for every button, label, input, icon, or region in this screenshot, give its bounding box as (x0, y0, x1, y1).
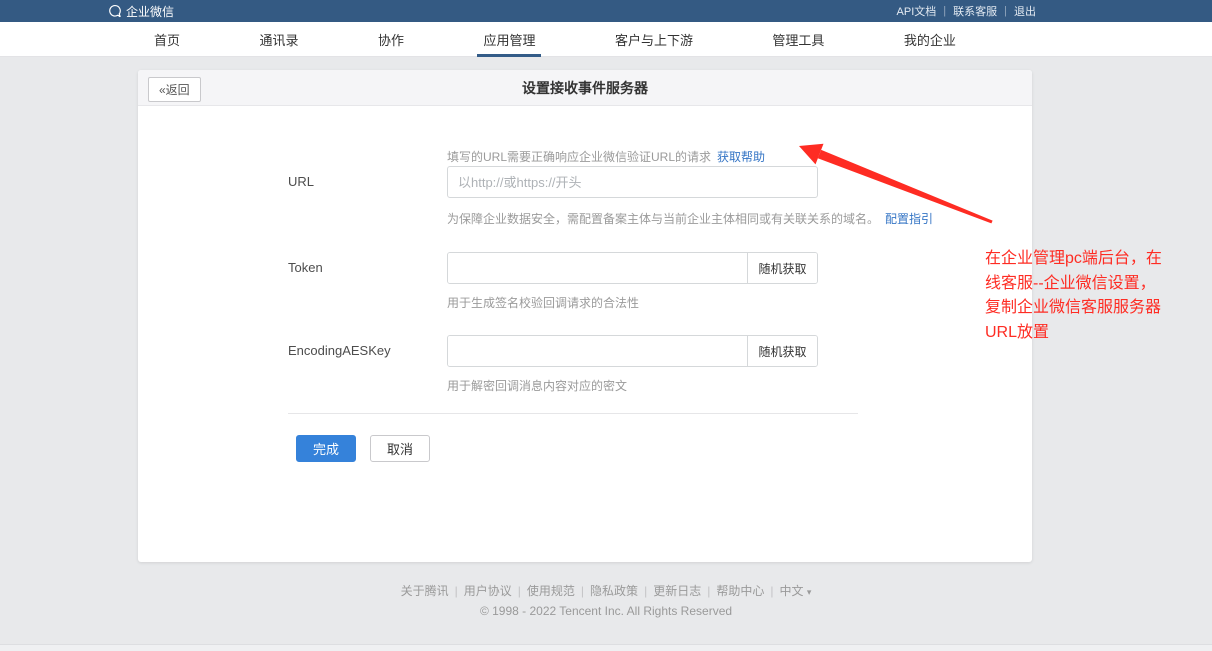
token-tip: 用于生成签名校验回调请求的合法性 (447, 294, 639, 311)
contact-support-link[interactable]: 联系客服 (953, 3, 997, 19)
separator: | (518, 584, 521, 598)
settings-card: «返回 设置接收事件服务器 填写的URL需要正确响应企业微信验证URL的请求获取… (138, 70, 1032, 562)
footer-about-link[interactable]: 关于腾讯 (401, 584, 449, 598)
separator: | (1004, 5, 1007, 17)
aeskey-label: EncodingAESKey (288, 343, 391, 358)
token-random-button[interactable]: 随机获取 (747, 253, 817, 283)
nav-label: 应用管理 (483, 30, 535, 49)
language-selector[interactable]: 中文 ▾ (779, 584, 811, 598)
aeskey-random-button[interactable]: 随机获取 (747, 336, 817, 366)
nav-collaboration[interactable]: 协作 (374, 22, 408, 57)
cancel-button[interactable]: 取消 (370, 435, 430, 462)
card-header: «返回 设置接收事件服务器 (138, 70, 1032, 106)
footer-agreement-link[interactable]: 用户协议 (464, 584, 512, 598)
chevron-down-icon: ▾ (807, 587, 812, 597)
nav-home[interactable]: 首页 (150, 22, 184, 57)
nav-label: 管理工具 (772, 30, 824, 49)
logo-text: 企业微信 (126, 3, 174, 20)
nav-my-company[interactable]: 我的企业 (900, 22, 960, 57)
config-guide-link[interactable]: 配置指引 (885, 212, 933, 226)
nav-label: 客户与上下游 (615, 30, 693, 49)
wework-logo: 企业微信 (108, 3, 174, 20)
chat-bubble-icon (108, 4, 122, 18)
red-annotation-note: 在企业管理pc端后台，在 线客服--企业微信设置， 复制企业微信客服服务器 UR… (985, 247, 1212, 345)
annotation-line: 线客服--企业微信设置， (985, 272, 1212, 297)
nav-app-management[interactable]: 应用管理 (479, 22, 539, 57)
nav-label: 首页 (154, 30, 180, 49)
url-input[interactable] (447, 166, 818, 198)
footer-privacy-link[interactable]: 隐私政策 (590, 584, 638, 598)
url-label: URL (288, 174, 314, 189)
bottom-strip (0, 644, 1212, 651)
url-tip-above: 填写的URL需要正确响应企业微信验证URL的请求获取帮助 (447, 148, 765, 165)
get-help-link[interactable]: 获取帮助 (717, 150, 765, 164)
separator: | (770, 584, 773, 598)
topbar-links: API文档 | 联系客服 | 退出 (897, 0, 1036, 22)
language-label: 中文 (779, 584, 803, 598)
annotation-line: 复制企业微信客服服务器 (985, 296, 1212, 321)
separator: | (644, 584, 647, 598)
footer-changelog-link[interactable]: 更新日志 (653, 584, 701, 598)
nav-customers[interactable]: 客户与上下游 (611, 22, 697, 57)
aeskey-input[interactable] (448, 336, 747, 366)
token-input-group: 随机获取 (447, 252, 818, 284)
nav-contacts[interactable]: 通讯录 (255, 22, 302, 57)
page-title: 设置接收事件服务器 (522, 78, 648, 98)
api-docs-link[interactable]: API文档 (897, 3, 937, 19)
separator: | (943, 5, 946, 17)
annotation-line: 在企业管理pc端后台，在 (985, 247, 1212, 272)
server-config-form: 填写的URL需要正确响应企业微信验证URL的请求获取帮助 URL 为保障企业数据… (138, 106, 1032, 562)
topbar: 企业微信 API文档 | 联系客服 | 退出 (0, 0, 1212, 22)
separator: | (707, 584, 710, 598)
back-button[interactable]: «返回 (148, 77, 201, 102)
footer-help-link[interactable]: 帮助中心 (716, 584, 764, 598)
nav-items: 首页 通讯录 协作 应用管理 客户与上下游 管理工具 我的企业 (150, 22, 960, 57)
footer: 关于腾讯 | 用户协议 | 使用规范 | 隐私政策 | 更新日志 | 帮助中心 | 中文 ▾ © 199… (0, 582, 1212, 618)
footer-rules-link[interactable]: 使用规范 (527, 584, 575, 598)
separator: | (581, 584, 584, 598)
nav-label: 协作 (378, 30, 404, 49)
token-input[interactable] (448, 253, 747, 283)
url-tip-below-text: 为保障企业数据安全，需配置备案主体与当前企业主体相同或有关联关系的域名。 (447, 212, 879, 226)
annotation-line: URL放置 (985, 321, 1212, 346)
url-tip-below: 为保障企业数据安全，需配置备案主体与当前企业主体相同或有关联关系的域名。配置指引 (447, 210, 933, 227)
logout-link[interactable]: 退出 (1014, 3, 1036, 19)
aeskey-input-group: 随机获取 (447, 335, 818, 367)
nav-label: 我的企业 (904, 30, 956, 49)
confirm-button[interactable]: 完成 (296, 435, 356, 462)
footer-links: 关于腾讯 | 用户协议 | 使用规范 | 隐私政策 | 更新日志 | 帮助中心 | 中文 ▾ (0, 582, 1212, 599)
url-tip-above-text: 填写的URL需要正确响应企业微信验证URL的请求 (447, 150, 711, 164)
page: { "topbar": { "logo_text": "企业微信", "link… (0, 0, 1212, 651)
separator: | (455, 584, 458, 598)
nav-admin-tools[interactable]: 管理工具 (768, 22, 828, 57)
token-label: Token (288, 260, 323, 275)
copyright-text: © 1998 - 2022 Tencent Inc. All Rights Re… (0, 604, 1212, 618)
main-nav: 首页 通讯录 协作 应用管理 客户与上下游 管理工具 我的企业 (0, 22, 1212, 57)
aeskey-tip: 用于解密回调消息内容对应的密文 (447, 377, 627, 394)
nav-label: 通讯录 (259, 30, 298, 49)
form-divider (288, 413, 858, 414)
